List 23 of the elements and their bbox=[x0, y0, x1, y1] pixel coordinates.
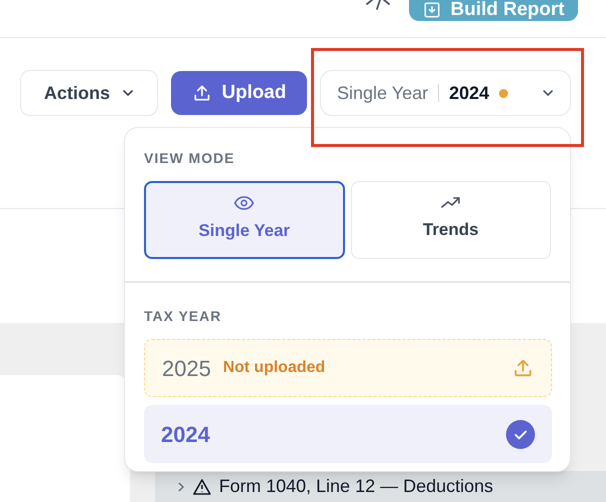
view-mode-tab[interactable]: Single Year bbox=[144, 181, 344, 259]
upload-icon bbox=[512, 357, 534, 379]
tree-row[interactable]: Form 1040, Line 12 — Deductions bbox=[155, 471, 606, 502]
tax-year-option[interactable]: 2024 bbox=[144, 405, 552, 463]
actions-button[interactable]: Actions bbox=[20, 70, 158, 116]
code-icon[interactable] bbox=[365, 0, 391, 10]
trend-up-icon bbox=[440, 197, 461, 210]
warning-icon bbox=[193, 478, 211, 494]
upload-icon bbox=[192, 83, 212, 103]
build-report-button[interactable]: Build Report bbox=[409, 0, 578, 21]
chevron-down-icon bbox=[542, 89, 554, 97]
view-mode-tab[interactable]: Trends bbox=[350, 181, 551, 259]
section-heading: TAX YEAR bbox=[144, 307, 222, 326]
tax-year-option[interactable]: 2025 Not uploaded bbox=[144, 339, 552, 397]
upload-button[interactable]: Upload bbox=[171, 71, 307, 115]
year-selector-dropdown[interactable]: Single Year 2024 bbox=[320, 70, 571, 116]
section-heading: VIEW MODE bbox=[144, 149, 236, 168]
eye-icon bbox=[234, 196, 254, 210]
check-icon bbox=[506, 420, 535, 448]
download-icon bbox=[422, 1, 440, 19]
status-label: Not uploaded bbox=[222, 358, 326, 378]
chevron-down-icon bbox=[122, 89, 134, 97]
tree-row-label: Form 1040, Line 12 — Deductions bbox=[219, 475, 494, 498]
